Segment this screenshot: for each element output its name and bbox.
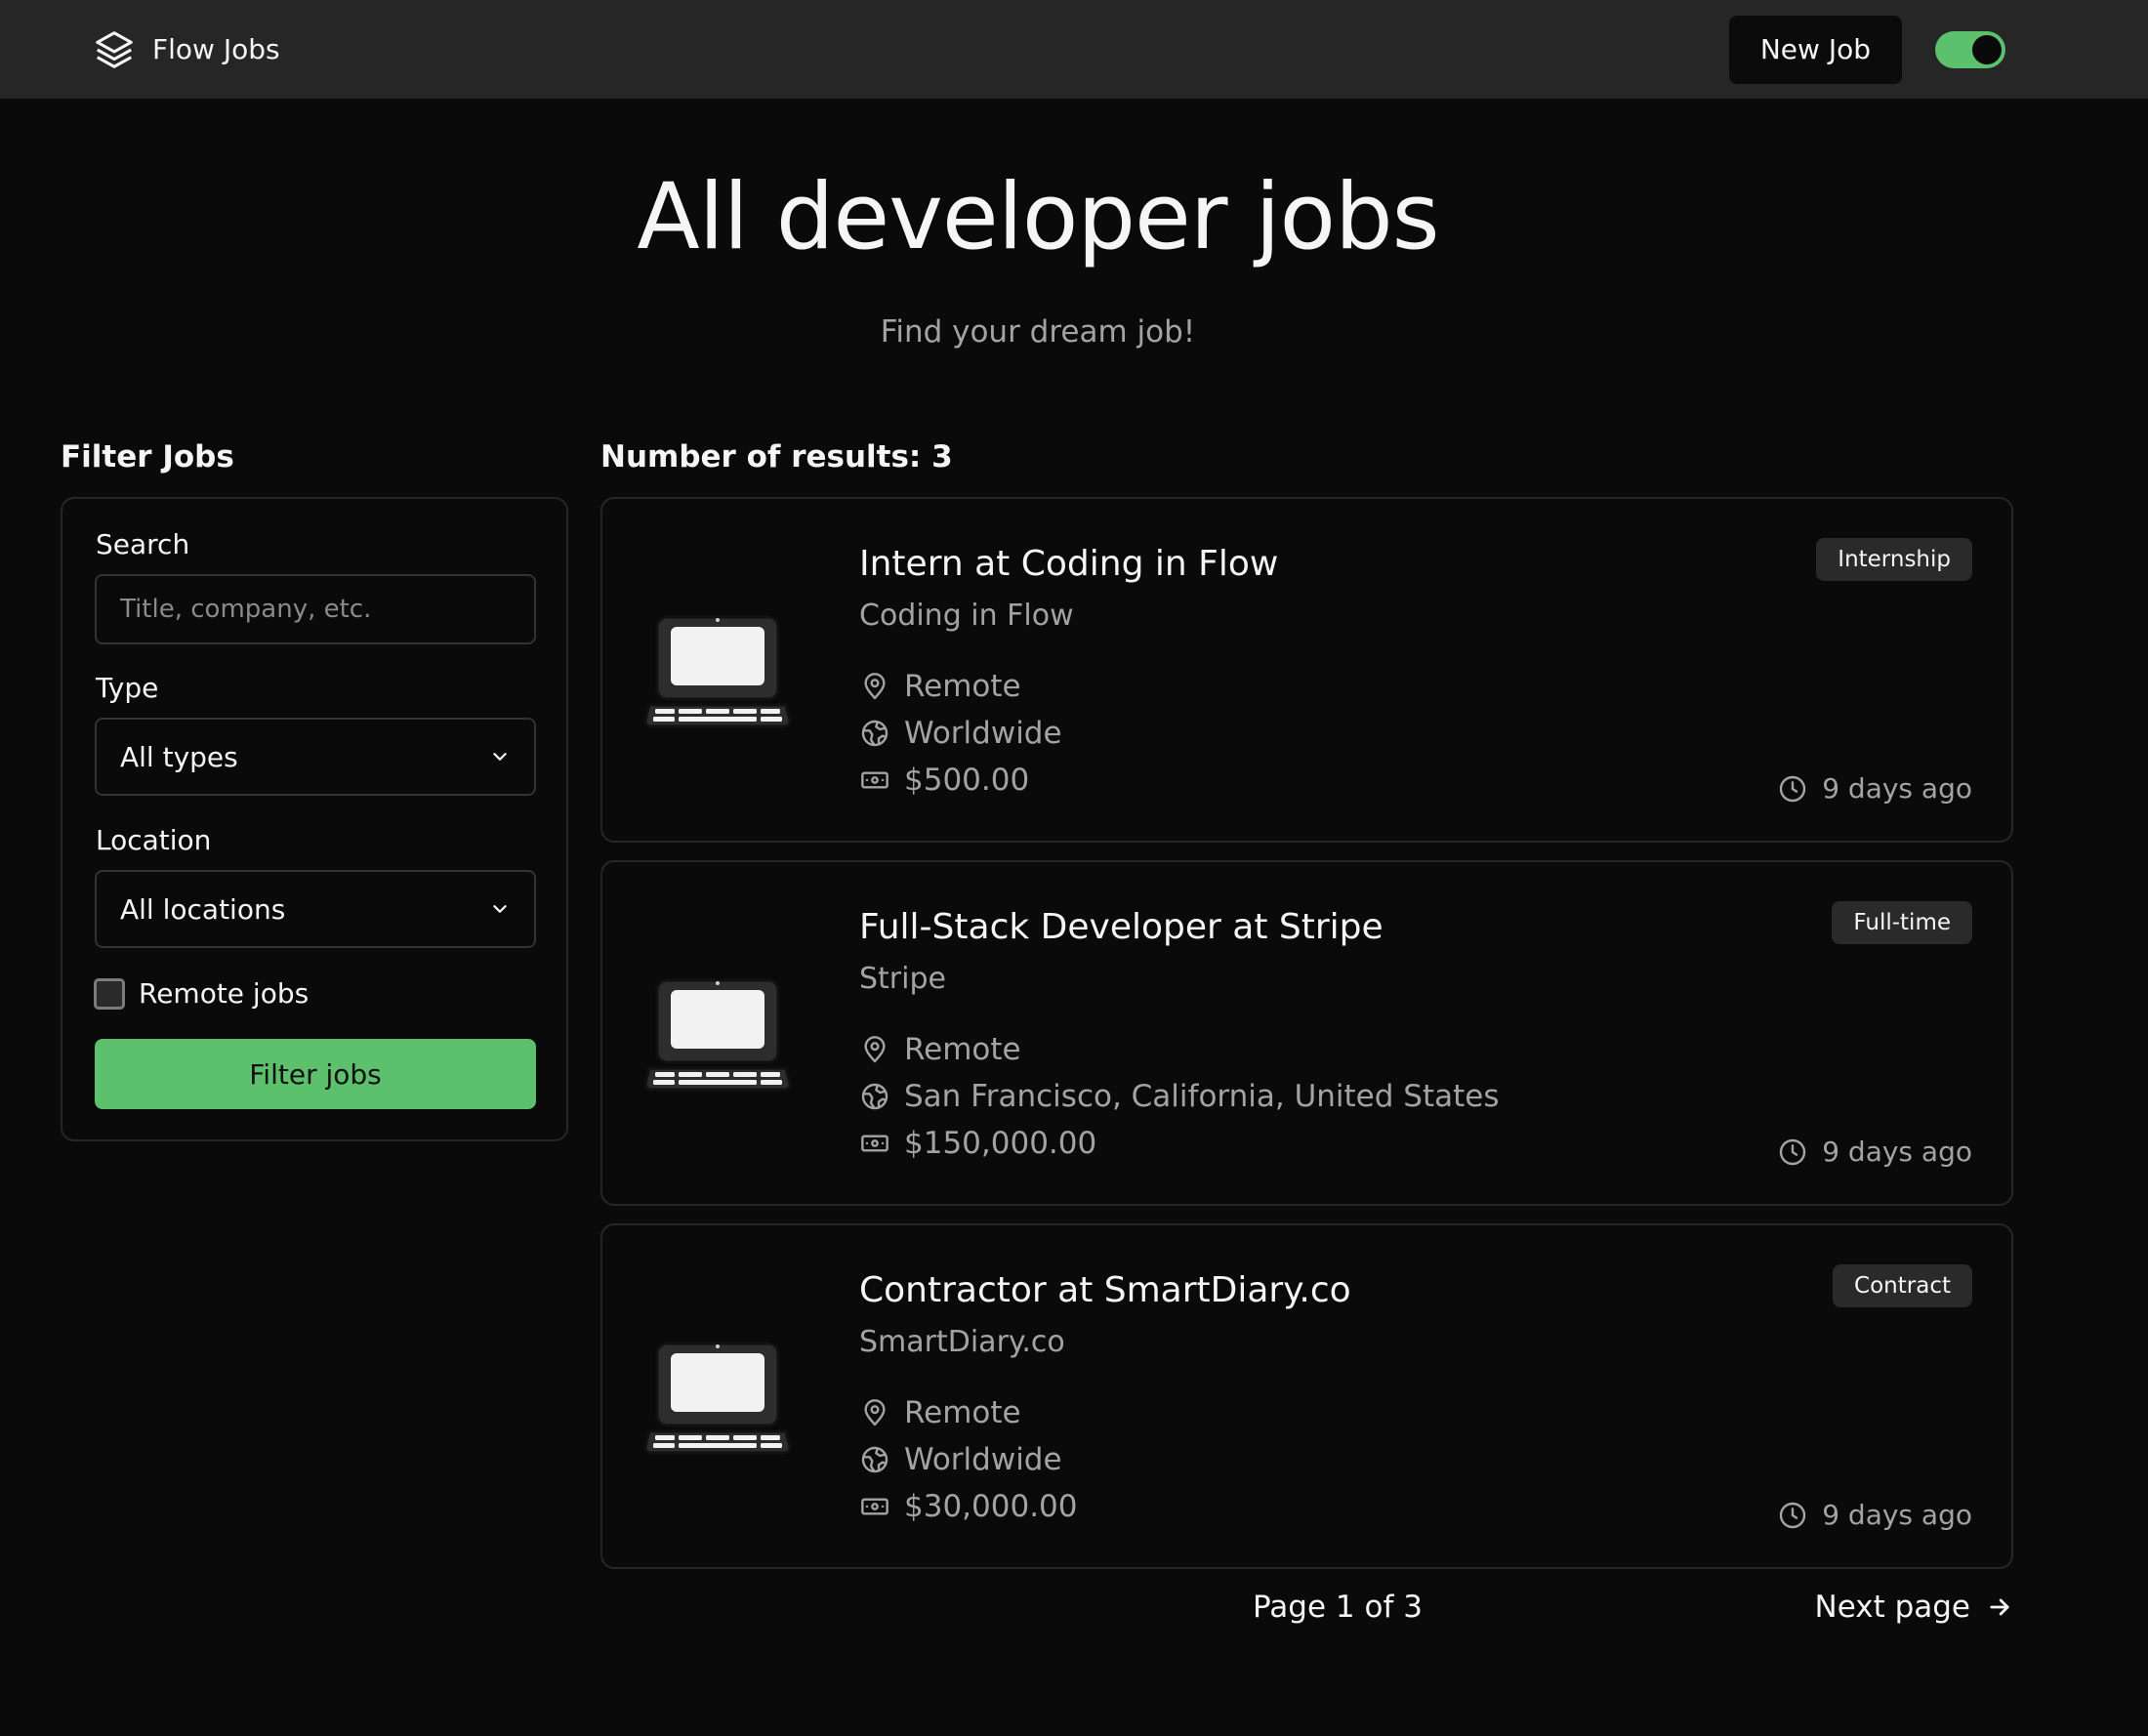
- job-location-type: Remote: [859, 1032, 1021, 1067]
- laptop-icon: [643, 978, 792, 1092]
- top-navbar: Flow Jobs New Job: [0, 0, 2148, 99]
- job-card[interactable]: Contractor at SmartDiary.co SmartDiary.c…: [600, 1223, 2013, 1569]
- job-salary: $30,000.00: [859, 1489, 1078, 1524]
- type-label: Type: [96, 672, 159, 704]
- remote-jobs-checkbox[interactable]: [94, 977, 125, 1010]
- clock-icon: [1780, 1502, 1806, 1528]
- job-type-badge: Contract: [1833, 1264, 1972, 1307]
- map-pin-icon: [864, 1399, 886, 1426]
- chevron-down-icon: [493, 905, 507, 913]
- next-page-link[interactable]: Next page: [1815, 1590, 2014, 1625]
- job-location-type-text: Remote: [904, 1032, 1021, 1067]
- clock-icon: [1780, 1138, 1806, 1165]
- job-location-type: Remote: [859, 669, 1021, 704]
- job-type-badge: Full-time: [1832, 901, 1972, 944]
- brand-home-link[interactable]: Flow Jobs: [92, 27, 280, 72]
- job-salary-text: $30,000.00: [904, 1489, 1078, 1524]
- toggle-knob: [1972, 34, 2002, 64]
- globe-icon: [861, 1083, 888, 1110]
- type-select-value: All types: [120, 740, 238, 773]
- job-title: Intern at Coding in Flow: [859, 544, 1279, 584]
- banknote-icon: [861, 1135, 888, 1152]
- job-salary: $150,000.00: [859, 1126, 1096, 1161]
- job-salary-text: $150,000.00: [904, 1126, 1097, 1161]
- clock-icon: [1780, 775, 1806, 802]
- next-page-label: Next page: [1814, 1590, 1971, 1625]
- job-company: Coding in Flow: [859, 599, 1074, 633]
- job-posted-time: 9 days ago: [1777, 1499, 1972, 1531]
- location-select-value: All locations: [120, 892, 286, 926]
- laptop-icon: [643, 615, 792, 728]
- globe-icon: [861, 1446, 888, 1473]
- map-pin-icon: [864, 1036, 886, 1063]
- remote-jobs-option[interactable]: Remote jobs: [94, 977, 309, 1010]
- stack-layers-icon: [96, 30, 133, 68]
- job-posted-text: 9 days ago: [1822, 772, 1972, 805]
- banknote-icon: [861, 1498, 888, 1515]
- job-location: Worldwide: [859, 1442, 1062, 1477]
- job-company: Stripe: [859, 962, 946, 996]
- job-location-text: San Francisco, California, United States: [904, 1079, 1500, 1114]
- header-actions: New Job: [1728, 15, 2056, 84]
- chevron-down-icon: [493, 753, 507, 761]
- job-title: Full-Stack Developer at Stripe: [859, 907, 1384, 947]
- new-job-button[interactable]: New Job: [1728, 15, 1902, 84]
- job-type-badge: Internship: [1816, 538, 1972, 581]
- page-title: All developer jobs: [637, 164, 1439, 270]
- location-select[interactable]: All locations: [95, 870, 536, 948]
- job-title: Contractor at SmartDiary.co: [859, 1270, 1351, 1310]
- results-count: Number of results: 3: [600, 439, 953, 475]
- job-posted-text: 9 days ago: [1822, 1136, 1972, 1168]
- laptop-icon: [643, 1342, 792, 1455]
- job-salary-text: $500.00: [904, 763, 1030, 798]
- job-posted-time: 9 days ago: [1777, 1136, 1972, 1168]
- job-location-type-text: Remote: [904, 669, 1021, 704]
- page-subtitle: Find your dream job!: [880, 314, 1196, 350]
- job-location: Worldwide: [859, 716, 1062, 751]
- job-location-text: Worldwide: [904, 716, 1062, 751]
- map-pin-icon: [864, 673, 886, 700]
- job-location-type-text: Remote: [904, 1395, 1021, 1430]
- banknote-icon: [861, 771, 888, 789]
- theme-toggle[interactable]: [1935, 30, 2005, 68]
- job-location: San Francisco, California, United States: [859, 1079, 1500, 1114]
- job-card[interactable]: Full-Stack Developer at Stripe Stripe Re…: [600, 860, 2013, 1206]
- page-indicator: Page 1 of 3: [1253, 1590, 1423, 1625]
- job-posted-text: 9 days ago: [1822, 1499, 1972, 1531]
- filter-jobs-button[interactable]: Filter jobs: [95, 1039, 536, 1109]
- job-salary: $500.00: [859, 763, 1029, 798]
- job-posted-time: 9 days ago: [1777, 772, 1972, 805]
- search-label: Search: [96, 528, 190, 560]
- search-input[interactable]: [95, 574, 536, 644]
- remote-jobs-label: Remote jobs: [139, 977, 310, 1010]
- job-card[interactable]: Intern at Coding in Flow Coding in Flow …: [600, 497, 2013, 843]
- job-company: SmartDiary.co: [859, 1325, 1065, 1359]
- globe-icon: [861, 720, 888, 747]
- arrow-right-icon: [1990, 1598, 2009, 1616]
- brand-name: Flow Jobs: [152, 33, 280, 65]
- filter-panel: Search Type All types Location All locat…: [61, 497, 568, 1141]
- type-select[interactable]: All types: [95, 718, 536, 796]
- job-location-type: Remote: [859, 1395, 1021, 1430]
- location-label: Location: [96, 824, 212, 856]
- job-location-text: Worldwide: [904, 1442, 1062, 1477]
- filter-heading: Filter Jobs: [61, 439, 234, 475]
